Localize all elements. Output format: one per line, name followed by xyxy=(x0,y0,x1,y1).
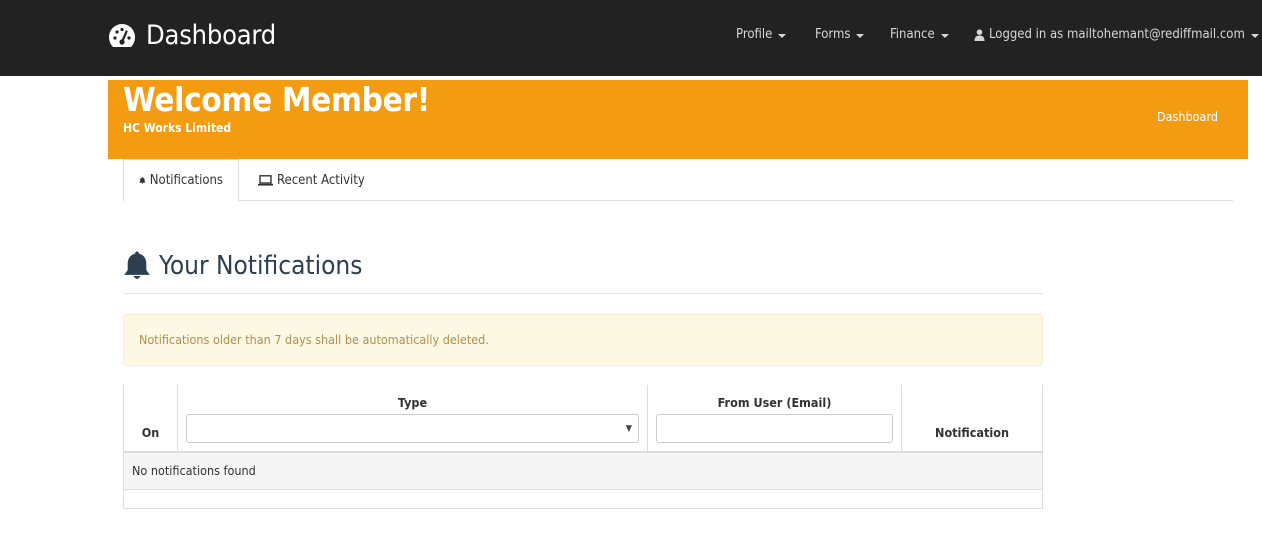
nav-user-dropdown[interactable]: Logged in as mailtohemant@rediffmail.com xyxy=(974,27,1259,42)
page-title-text: Your Notifications xyxy=(159,250,363,281)
bell-icon xyxy=(139,177,146,184)
breadcrumb-dashboard[interactable]: Dashboard xyxy=(1157,109,1218,124)
nav-profile-dropdown[interactable]: Profile xyxy=(736,27,787,42)
welcome-title: Welcome Member! xyxy=(123,80,431,119)
table-row: No notifications found xyxy=(124,453,1042,490)
from-user-filter-input[interactable] xyxy=(656,414,893,443)
column-notification: Notification xyxy=(901,385,1042,451)
column-type: Type ▼ xyxy=(177,385,647,451)
caret-down-icon xyxy=(778,33,787,38)
welcome-header: Welcome Member! HC Works Limited Dashboa… xyxy=(108,80,1248,159)
dashboard-gauge-icon xyxy=(109,23,135,47)
table-header: On Type ▼ From User (Email) Notification xyxy=(124,385,1042,453)
tab-notifications-label: Notifications xyxy=(149,173,223,188)
column-notification-label: Notification xyxy=(935,425,1009,440)
brand-link[interactable]: Dashboard xyxy=(107,20,276,51)
type-filter-select[interactable]: ▼ xyxy=(186,414,639,443)
laptop-icon xyxy=(258,174,273,186)
divider xyxy=(123,293,1043,294)
nav-forms-label: Forms xyxy=(815,27,851,42)
alert-text: Notifications older than 7 days shall be… xyxy=(139,332,489,347)
caret-down-icon xyxy=(940,33,949,38)
bell-icon xyxy=(124,251,150,279)
page-title: Your Notifications xyxy=(123,250,362,281)
column-from-user-label: From User (Email) xyxy=(717,395,832,410)
nav-forms-dropdown[interactable]: Forms xyxy=(815,27,865,42)
column-type-label: Type xyxy=(397,395,428,410)
nav-finance-label: Finance xyxy=(890,27,935,42)
nav-user-label: Logged in as mailtohemant@rediffmail.com xyxy=(989,27,1245,42)
column-from-user: From User (Email) xyxy=(647,385,901,451)
tab-recent-activity-label: Recent Activity xyxy=(277,172,365,188)
tab-recent-activity[interactable]: Recent Activity xyxy=(243,159,380,201)
column-on-label: On xyxy=(141,425,160,440)
company-name: HC Works Limited xyxy=(123,121,232,135)
empty-message: No notifications found xyxy=(132,463,256,478)
notifications-table: On Type ▼ From User (Email) Notification… xyxy=(123,385,1043,509)
nav-profile-label: Profile xyxy=(736,27,773,42)
top-navbar: Dashboard Profile Forms Finance Logged i… xyxy=(0,0,1262,76)
caret-down-icon xyxy=(1250,33,1259,38)
column-on: On xyxy=(124,385,177,451)
tab-notifications[interactable]: Notifications xyxy=(123,159,239,202)
nav-finance-dropdown[interactable]: Finance xyxy=(890,27,949,42)
dashboard-tabs: Notifications Recent Activity xyxy=(123,159,1233,202)
brand-title: Dashboard xyxy=(146,20,276,51)
retention-alert: Notifications older than 7 days shall be… xyxy=(123,314,1043,366)
caret-down-icon xyxy=(856,33,865,38)
select-arrow-icon: ▼ xyxy=(625,424,632,434)
user-icon xyxy=(974,28,985,41)
